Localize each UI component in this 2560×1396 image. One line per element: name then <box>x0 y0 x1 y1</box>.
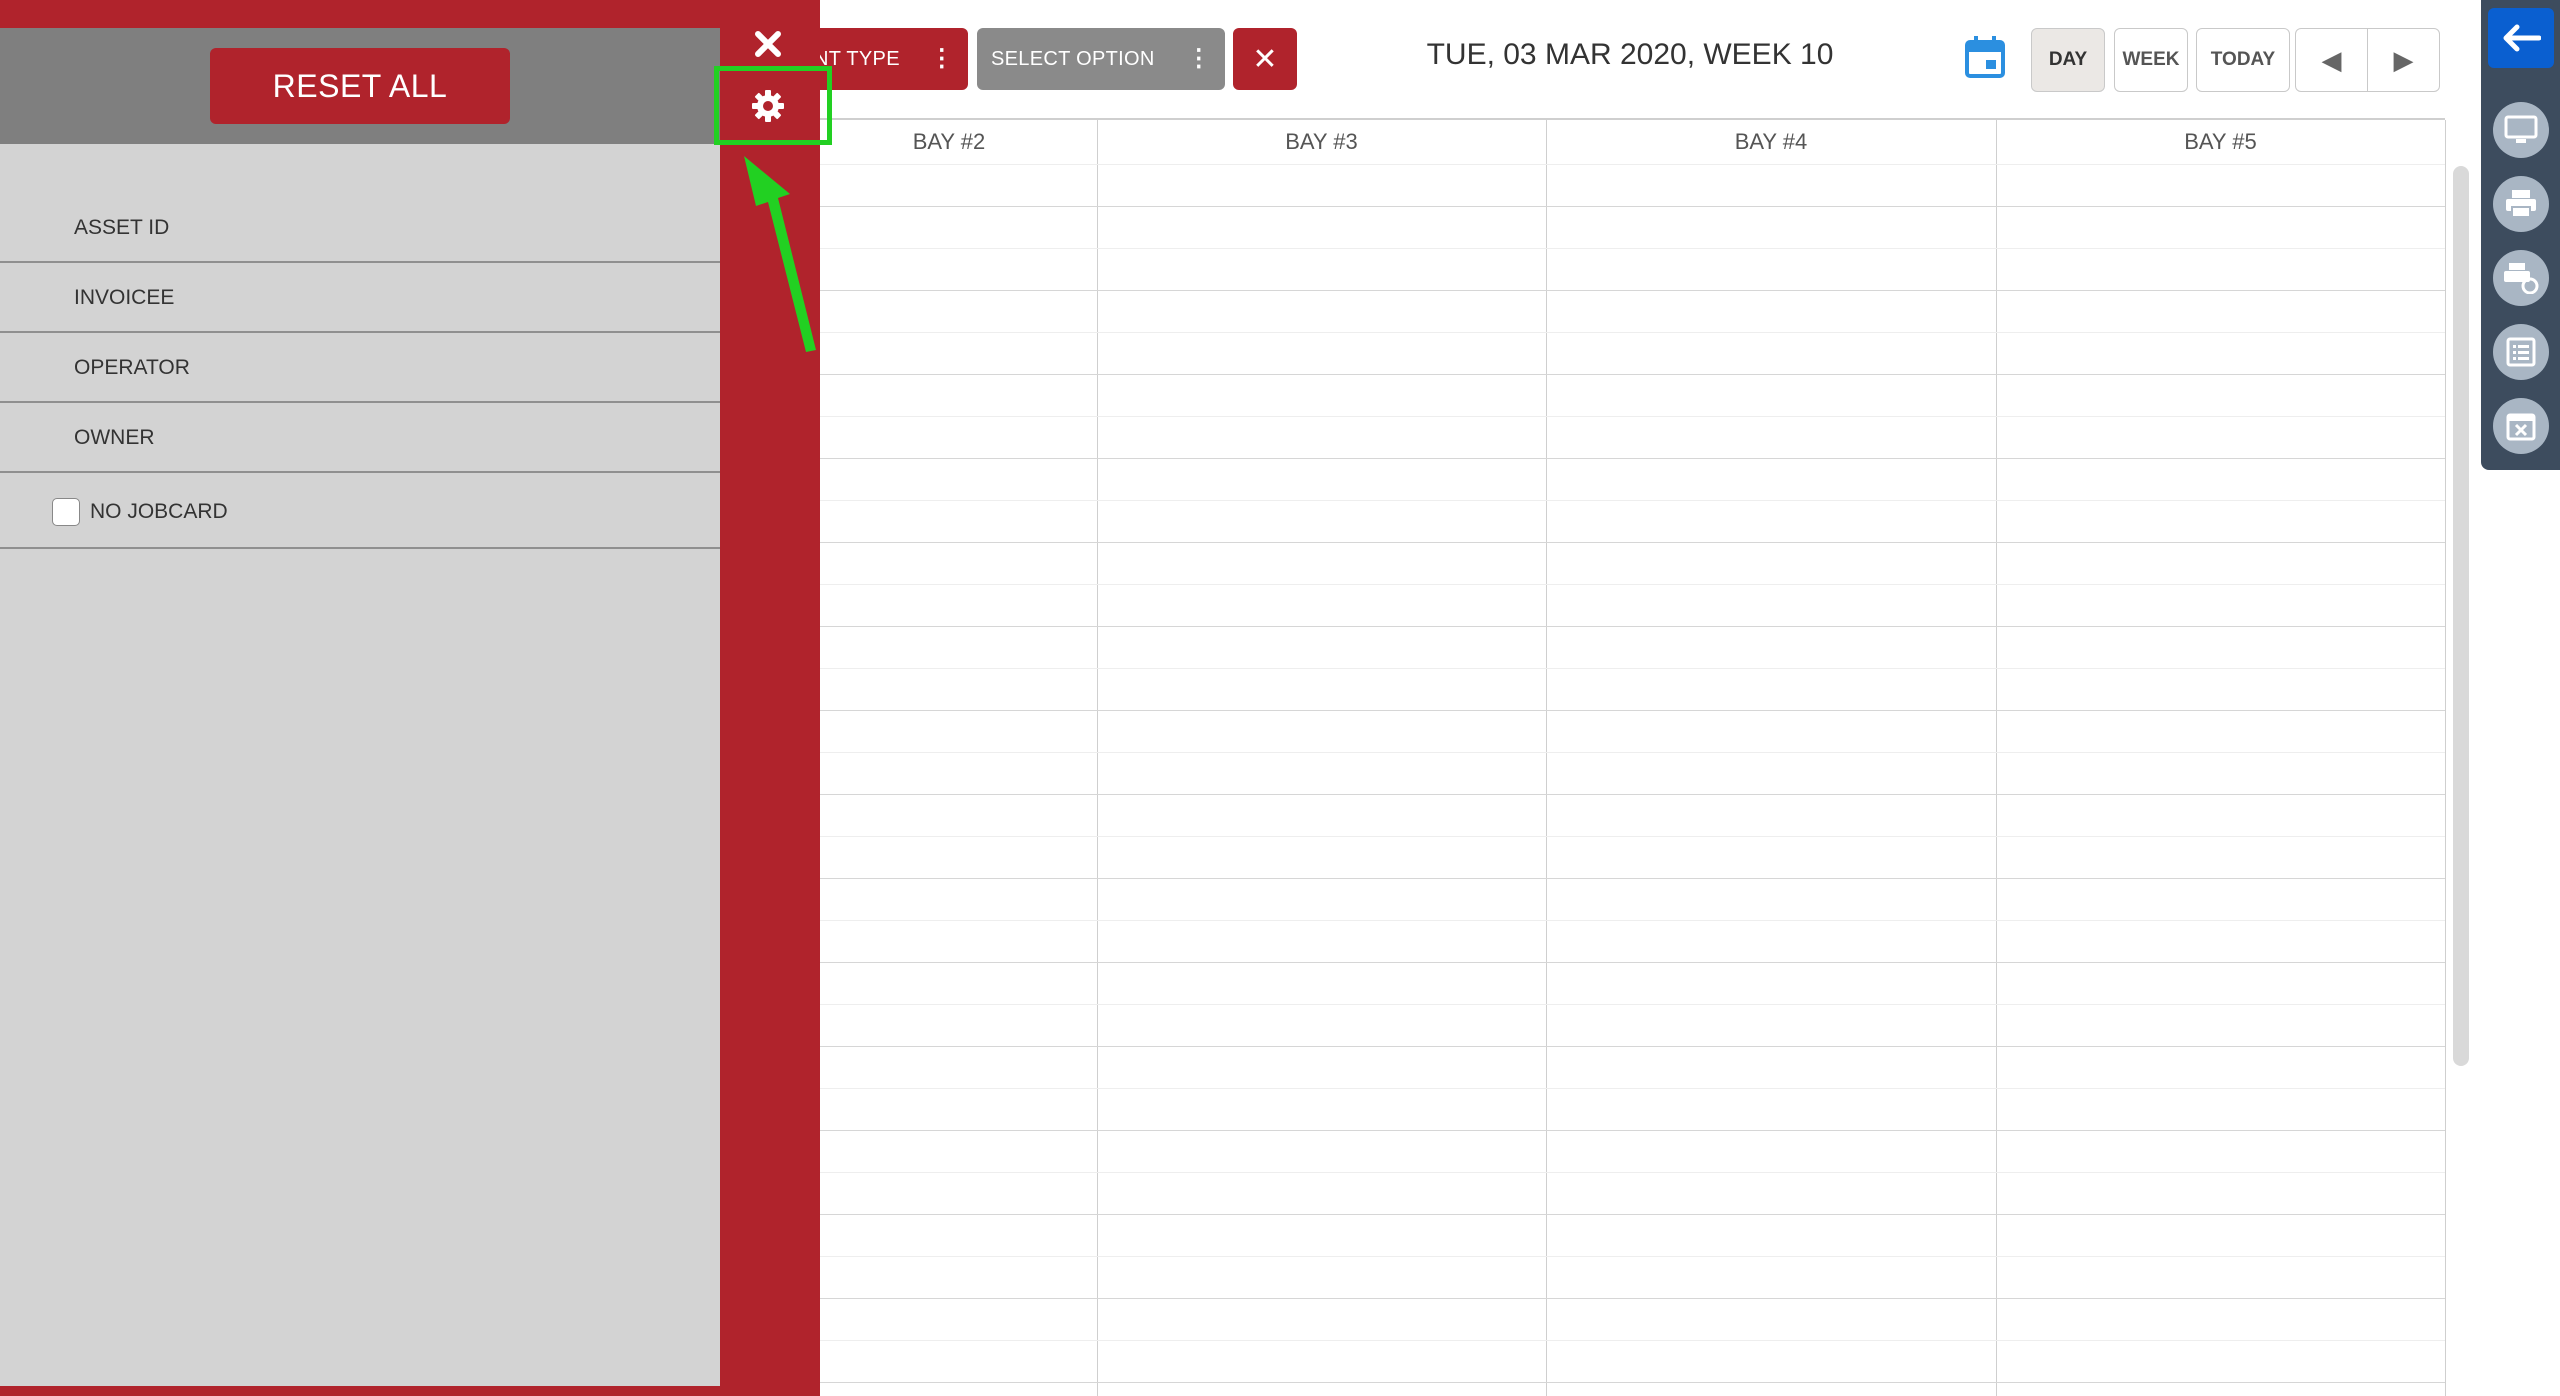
select-option-filter[interactable]: SELECT OPTION ⋮ <box>977 28 1225 90</box>
filter-panel-header: RESET ALL <box>0 28 720 144</box>
grid-row-line <box>801 962 2445 963</box>
grid-row-line <box>801 374 2445 375</box>
next-arrow-icon[interactable]: ▶ <box>2367 29 2439 91</box>
reset-all-button[interactable]: RESET ALL <box>210 48 510 124</box>
grid-row-line <box>801 206 2445 207</box>
grid-row-line <box>801 584 2445 585</box>
column-header: BAY #4 <box>1734 129 1808 154</box>
column-divider <box>1097 120 1098 1396</box>
today-button[interactable]: TODAY <box>2196 28 2290 92</box>
column-header: BAY #2 <box>912 129 986 154</box>
grid-row-line <box>801 500 2445 501</box>
grid-row-line <box>801 752 2445 753</box>
column-divider <box>2445 120 2446 1396</box>
print-settings-icon[interactable] <box>2493 250 2549 306</box>
filter-field-owner[interactable]: OWNER <box>0 404 720 473</box>
grid-row-line <box>801 416 2445 417</box>
date-title: TUE, 03 MAR 2020, WEEK 10 <box>1426 38 1834 71</box>
filter-field-invoicee[interactable]: INVOICEE <box>0 264 720 333</box>
grid-row-line <box>801 710 2445 711</box>
printer-icon[interactable] <box>2493 176 2549 232</box>
close-icon: ✕ <box>1252 42 1278 76</box>
grid-row-line <box>801 332 2445 333</box>
close-icon[interactable] <box>748 24 788 64</box>
grid-row-line <box>801 1256 2445 1257</box>
filter-field-label: INVOICEE <box>74 286 175 309</box>
previous-arrow-icon[interactable]: ◀ <box>2296 29 2367 91</box>
grid-row-line <box>801 1172 2445 1173</box>
grid-row-line <box>801 1214 2445 1215</box>
grid-row-line <box>801 1004 2445 1005</box>
grid-row-line <box>801 920 2445 921</box>
filter-field-label: ASSET ID <box>74 216 170 239</box>
calendar-cancel-icon[interactable] <box>2493 398 2549 454</box>
filter-field-label: OPERATOR <box>74 356 190 379</box>
no-jobcard-checkbox[interactable] <box>52 498 80 526</box>
more-vertical-icon[interactable]: ⋮ <box>1187 44 1211 74</box>
week-view-button[interactable]: WEEK <box>2114 28 2188 92</box>
filter-panel: RESET ALL ASSET ID INVOICEE OPERATOR OWN… <box>0 28 720 1386</box>
clear-filter-button[interactable]: ✕ <box>1233 28 1297 90</box>
pointer-arrow-icon <box>744 156 816 352</box>
right-toolbar <box>2481 0 2560 470</box>
filter-field-operator[interactable]: OPERATOR <box>0 334 720 403</box>
column-header: BAY #3 <box>1285 129 1358 154</box>
grid-row-line <box>801 836 2445 837</box>
calendar-icon[interactable] <box>1964 34 2006 80</box>
grid-row-line <box>801 668 2445 669</box>
filter-field-label: OWNER <box>74 426 155 449</box>
grid-row-line <box>801 794 2445 795</box>
date-nav-group: ◀ ▶ <box>2295 28 2440 92</box>
grid-header: BAY #2 BAY #3 BAY #4 BAY #5 <box>801 120 2445 165</box>
highlight-box <box>714 66 832 145</box>
grid-row-line <box>801 542 2445 543</box>
grid-row-line <box>801 1046 2445 1047</box>
more-vertical-icon[interactable]: ⋮ <box>930 44 954 74</box>
grid-row-line <box>801 458 2445 459</box>
column-divider <box>1996 120 1997 1396</box>
grid-row-line <box>801 1298 2445 1299</box>
back-arrow-icon[interactable] <box>2488 8 2554 68</box>
grid-row-line <box>801 164 2445 165</box>
day-view-button[interactable]: DAY <box>2031 28 2105 92</box>
grid-row-line <box>801 878 2445 879</box>
column-divider <box>1546 120 1547 1396</box>
schedule-grid: BAY #2 BAY #3 BAY #4 BAY #5 <box>800 118 2446 1396</box>
select-option-label: SELECT OPTION <box>991 47 1155 70</box>
grid-row-line <box>801 290 2445 291</box>
no-jobcard-label: NO JOBCARD <box>90 500 228 523</box>
grid-row-line <box>801 1382 2445 1383</box>
grid-row-line <box>801 1130 2445 1131</box>
grid-row-line <box>801 248 2445 249</box>
column-header: BAY #5 <box>2184 129 2257 154</box>
vertical-scrollbar[interactable] <box>2453 166 2469 1066</box>
no-jobcard-row: NO JOBCARD <box>0 476 720 549</box>
grid-row-line <box>801 1340 2445 1341</box>
grid-row-line <box>801 1088 2445 1089</box>
monitor-icon[interactable] <box>2493 102 2549 158</box>
list-icon[interactable] <box>2493 324 2549 380</box>
grid-row-line <box>801 626 2445 627</box>
filter-field-asset-id[interactable]: ASSET ID <box>0 194 720 263</box>
filter-drawer: RESET ALL ASSET ID INVOICEE OPERATOR OWN… <box>0 0 820 1396</box>
